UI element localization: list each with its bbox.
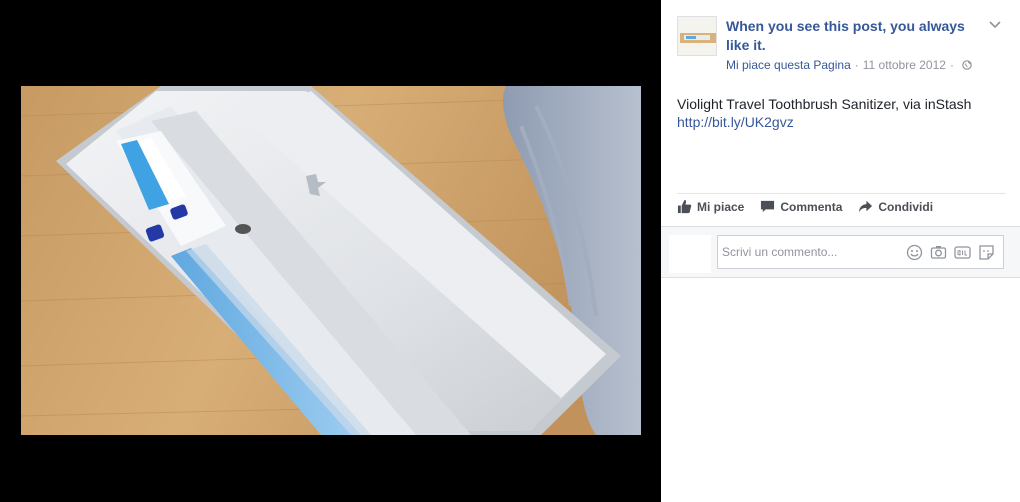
- actions-divider: [677, 193, 1006, 194]
- camera-icon[interactable]: [930, 244, 947, 261]
- emoji-icon[interactable]: [906, 244, 923, 261]
- post-photo[interactable]: [21, 86, 641, 435]
- comment-button[interactable]: Commenta: [760, 199, 842, 214]
- like-label: Mi piace: [697, 199, 745, 214]
- meta-separator-2: ·: [949, 58, 954, 72]
- speech-bubble-icon: [761, 200, 775, 213]
- page-avatar[interactable]: [677, 16, 717, 56]
- share-arrow-icon: [859, 200, 873, 213]
- share-button[interactable]: Condividi: [858, 199, 933, 214]
- like-button[interactable]: Mi piace: [677, 199, 744, 214]
- sticker-icon[interactable]: [978, 244, 995, 261]
- globe-icon: [962, 60, 972, 70]
- user-avatar: [669, 235, 711, 273]
- share-label: Condividi: [878, 199, 934, 214]
- post-link[interactable]: http://bit.ly/UK2gvz: [677, 113, 997, 131]
- comment-label: Commenta: [780, 199, 843, 214]
- page-avatar-image: [678, 17, 716, 55]
- chevron-down-icon[interactable]: [988, 18, 1002, 32]
- comment-box: [717, 235, 1004, 269]
- post-body: Violight Travel Toothbrush Sanitizer, vi…: [677, 95, 997, 131]
- post-panel: When you see this post, you always like …: [661, 0, 1020, 502]
- gif-icon[interactable]: [954, 244, 971, 261]
- post-text: Violight Travel Toothbrush Sanitizer, vi…: [677, 96, 972, 112]
- post-meta: Mi piace questa Pagina · 11 ottobre 2012…: [726, 58, 972, 72]
- action-bar: Mi piace Commenta Condividi: [677, 199, 933, 214]
- like-page-link[interactable]: Mi piace questa Pagina: [726, 58, 851, 72]
- thumbs-up-icon: [677, 199, 692, 214]
- comment-tools: [906, 244, 995, 261]
- photo-viewer: [0, 0, 661, 502]
- comment-composer: [661, 226, 1020, 278]
- post-date[interactable]: 11 ottobre 2012: [863, 58, 946, 72]
- meta-separator: ·: [854, 58, 859, 72]
- toothbrush-sanitizer-photo: [21, 86, 641, 435]
- comment-input[interactable]: [718, 236, 902, 268]
- page-name-link[interactable]: When you see this post, you always like …: [726, 17, 986, 55]
